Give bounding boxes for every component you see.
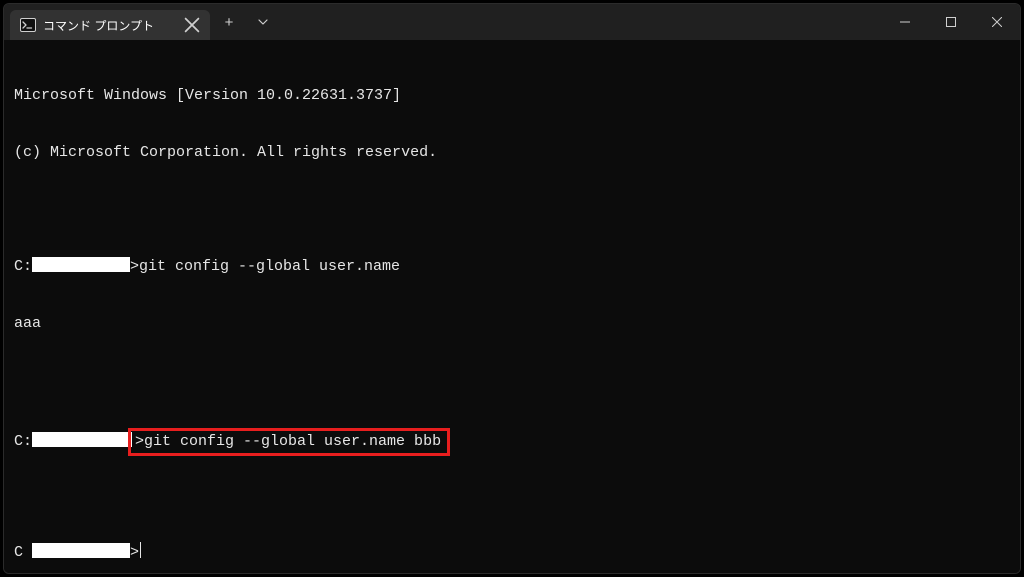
terminal-line: C:>git config --global user.name bbox=[14, 257, 1010, 276]
terminal-line: Microsoft Windows [Version 10.0.22631.37… bbox=[14, 86, 1010, 105]
command-prompt-icon bbox=[20, 17, 36, 33]
terminal-line: (c) Microsoft Corporation. All rights re… bbox=[14, 143, 1010, 162]
redacted-path bbox=[32, 257, 130, 272]
tab-title: コマンド プロンプト bbox=[43, 17, 177, 34]
terminal-line: aaa bbox=[14, 314, 1010, 333]
close-window-button[interactable] bbox=[974, 4, 1020, 40]
maximize-button[interactable] bbox=[928, 4, 974, 40]
annotation-highlight-box: >git config --global user.name bbb bbox=[128, 428, 450, 456]
titlebar[interactable]: コマンド プロンプト + bbox=[4, 4, 1020, 40]
titlebar-tab-controls: + bbox=[212, 4, 280, 40]
tab-command-prompt[interactable]: コマンド プロンプト bbox=[10, 10, 210, 40]
cursor bbox=[140, 542, 141, 558]
tab-close-button[interactable] bbox=[184, 17, 200, 33]
terminal-line: C:>git config --global user.name bbb bbox=[14, 428, 1010, 447]
redacted-path bbox=[32, 543, 130, 558]
titlebar-drag-area[interactable] bbox=[280, 4, 882, 40]
window-controls bbox=[882, 4, 1020, 40]
tab-strip: コマンド プロンプト bbox=[4, 4, 210, 40]
terminal-window: コマンド プロンプト + bbox=[3, 3, 1021, 574]
tab-dropdown-button[interactable] bbox=[246, 4, 280, 40]
minimize-button[interactable] bbox=[882, 4, 928, 40]
terminal-body[interactable]: Microsoft Windows [Version 10.0.22631.37… bbox=[4, 40, 1020, 574]
redacted-path bbox=[32, 432, 132, 447]
new-tab-button[interactable]: + bbox=[212, 4, 246, 40]
outer-frame: コマンド プロンプト + bbox=[0, 0, 1024, 577]
terminal-line: C > bbox=[14, 542, 1010, 561]
